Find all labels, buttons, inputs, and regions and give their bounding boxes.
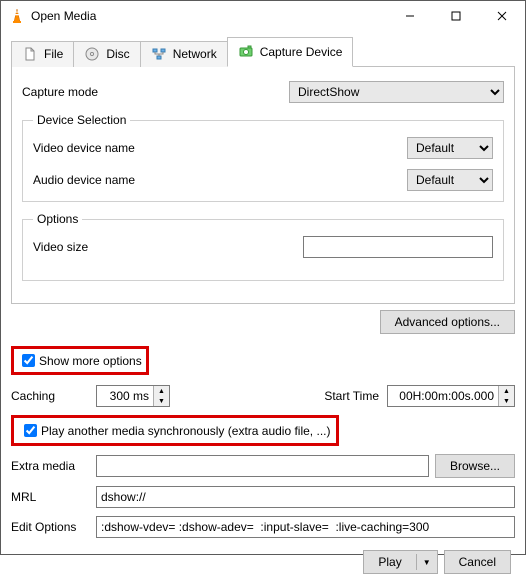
play-sync-checkbox[interactable] — [24, 424, 37, 437]
show-more-options-checkbox[interactable] — [22, 354, 35, 367]
mrl-input[interactable] — [96, 486, 515, 508]
mrl-label: MRL — [11, 490, 96, 504]
tab-file[interactable]: File — [11, 41, 74, 67]
window-title: Open Media — [31, 9, 96, 23]
start-time-label: Start Time — [324, 389, 379, 403]
start-time-spinner[interactable]: ▲▼ — [387, 385, 515, 407]
tab-capture-label: Capture Device — [260, 45, 343, 59]
spinner-buttons[interactable]: ▲▼ — [153, 386, 169, 406]
video-size-label: Video size — [33, 240, 88, 254]
highlight-show-more: Show more options — [11, 346, 149, 375]
disc-icon — [84, 46, 100, 62]
tab-disc-label: Disc — [106, 47, 129, 61]
dropdown-icon: ▼ — [423, 558, 431, 567]
device-selection-legend: Device Selection — [33, 113, 130, 127]
spinner-buttons[interactable]: ▲▼ — [498, 386, 514, 406]
video-size-input[interactable] — [303, 236, 493, 258]
tab-network-label: Network — [173, 47, 217, 61]
play-button-label: Play — [378, 555, 401, 569]
cancel-button[interactable]: Cancel — [444, 550, 511, 574]
maximize-button[interactable] — [433, 1, 479, 31]
tab-capture-device[interactable]: Capture Device — [227, 37, 354, 67]
edit-options-input[interactable] — [96, 516, 515, 538]
options-legend: Options — [33, 212, 82, 226]
caching-input[interactable] — [97, 386, 153, 406]
device-selection-group: Device Selection Video device name Defau… — [22, 113, 504, 202]
minimize-button[interactable] — [387, 1, 433, 31]
tab-file-label: File — [44, 47, 63, 61]
browse-button[interactable]: Browse... — [435, 454, 515, 478]
caching-spinner[interactable]: ▲▼ — [96, 385, 170, 407]
caching-label: Caching — [11, 389, 96, 403]
vlc-cone-icon — [9, 8, 25, 24]
tab-network[interactable]: Network — [140, 41, 228, 67]
capture-panel: Capture mode DirectShow Device Selection… — [11, 67, 515, 304]
tab-disc[interactable]: Disc — [73, 41, 140, 67]
extra-media-label: Extra media — [11, 459, 96, 473]
tab-strip: File Disc Network Capture Device — [11, 37, 515, 67]
capture-mode-label: Capture mode — [22, 85, 98, 99]
options-group: Options Video size — [22, 212, 504, 281]
titlebar: Open Media — [1, 1, 525, 31]
start-time-input[interactable] — [388, 386, 498, 406]
file-icon — [22, 46, 38, 62]
capture-device-icon — [238, 44, 254, 60]
audio-device-label: Audio device name — [33, 173, 135, 187]
highlight-play-sync: Play another media synchronously (extra … — [11, 415, 339, 446]
close-button[interactable] — [479, 1, 525, 31]
play-sync-label: Play another media synchronously (extra … — [41, 424, 330, 438]
play-button[interactable]: Play ▼ — [363, 550, 437, 574]
show-more-options-label: Show more options — [39, 354, 142, 368]
video-device-label: Video device name — [33, 141, 135, 155]
video-device-select[interactable]: Default — [407, 137, 493, 159]
extra-media-input[interactable] — [96, 455, 429, 477]
advanced-options-button[interactable]: Advanced options... — [380, 310, 515, 334]
audio-device-select[interactable]: Default — [407, 169, 493, 191]
network-icon — [151, 46, 167, 62]
edit-options-label: Edit Options — [11, 520, 96, 534]
capture-mode-select[interactable]: DirectShow — [289, 81, 504, 103]
